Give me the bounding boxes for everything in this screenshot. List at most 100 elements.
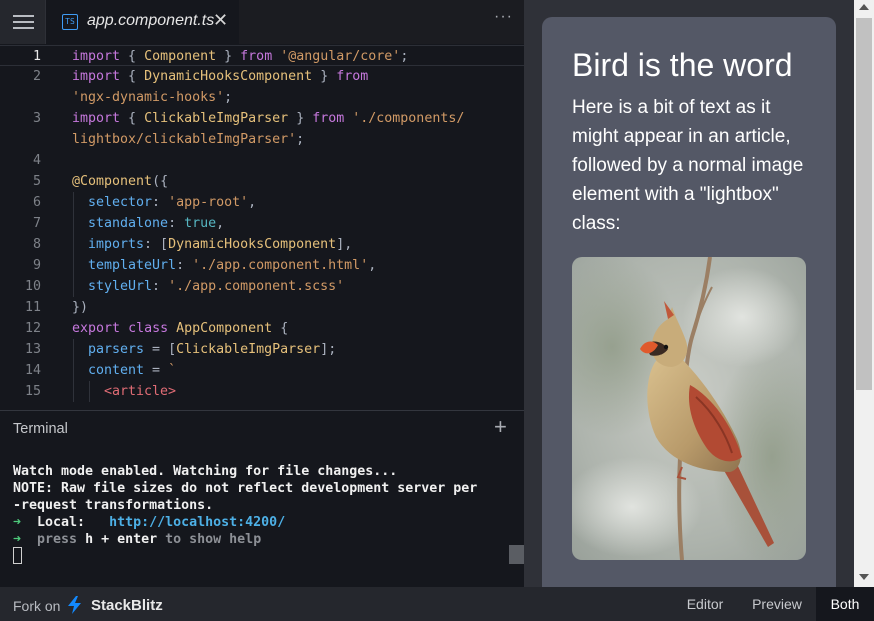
typescript-file-icon: TS: [62, 14, 78, 30]
help-prefix: press: [21, 532, 86, 547]
code-token: =: [144, 363, 169, 378]
article-paragraph: Here is a bit of text as it might appear…: [572, 97, 804, 234]
code-token: 'app-root': [168, 195, 249, 210]
code-line[interactable]: 5 @Component({: [0, 171, 524, 192]
editor-view-button[interactable]: Editor: [672, 587, 738, 621]
code-token: :: [152, 195, 169, 210]
help-suffix: to show help: [157, 532, 262, 547]
preview-view-button[interactable]: Preview: [740, 587, 814, 621]
menu-button[interactable]: [0, 0, 46, 44]
arrow-icon: ➜: [13, 532, 22, 547]
line-number: 2: [32, 69, 41, 84]
fork-on-label[interactable]: Fork on: [13, 598, 60, 614]
code-token: from: [336, 69, 369, 84]
stackblitz-bolt-icon[interactable]: [67, 596, 83, 614]
code-token: lightbox/clickableImgParser': [72, 132, 297, 147]
code-text: content = `: [88, 360, 176, 381]
code-editor-panel: TS app.component.ts ✕ ··· 1 import { Comp…: [0, 0, 524, 587]
lightbox-bird-image[interactable]: [572, 257, 806, 560]
tab-app-component-ts[interactable]: TS app.component.ts ✕: [46, 0, 239, 44]
code-token: ({: [152, 174, 169, 189]
code-token: from: [312, 111, 345, 126]
code-text: parsers = [ClickableImgParser];: [88, 339, 336, 360]
terminal-panel[interactable]: Terminal + Watch mode enabled. Watching …: [0, 410, 524, 587]
code-area[interactable]: 1 import { Component } from '@angular/cor…: [0, 44, 524, 410]
terminal-scrollbar[interactable]: [509, 545, 524, 564]
code-line[interactable]: 1 import { Component } from '@angular/cor…: [0, 45, 524, 66]
indent-guide: [73, 213, 74, 234]
line-number: 3: [32, 111, 41, 126]
indent-guide: [73, 234, 74, 255]
line-number: 5: [32, 174, 41, 189]
local-url-link[interactable]: http://localhost:4200/: [109, 515, 285, 530]
code-token: :: [152, 279, 169, 294]
code-token: imports: [88, 237, 145, 252]
code-text: selector: 'app-root',: [88, 192, 256, 213]
code-line[interactable]: 13 parsers = [ClickableImgParser];: [0, 339, 524, 360]
article-card: Bird is the word Here is a bit of text a…: [542, 17, 836, 607]
code-line[interactable]: 2 import { DynamicHooksComponent } from: [0, 66, 524, 87]
code-line[interactable]: 3 import { ClickableImgParser } from './c…: [0, 108, 524, 129]
code-text: standalone: true,: [88, 213, 224, 234]
code-token: ,: [368, 258, 377, 273]
indent-guide: [73, 381, 74, 402]
code-token: {: [120, 111, 145, 126]
code-text: imports: [DynamicHooksComponent],: [88, 234, 352, 255]
preview-scrollbar[interactable]: [854, 0, 874, 587]
code-line[interactable]: 4: [0, 150, 524, 171]
article-heading: Bird is the word: [572, 47, 793, 83]
code-token: <article>: [104, 384, 177, 399]
code-line[interactable]: 7 standalone: true,: [0, 213, 524, 234]
code-line[interactable]: 11}): [0, 297, 524, 318]
scroll-up-arrow-icon[interactable]: [859, 4, 869, 10]
scrollbar-thumb[interactable]: [856, 18, 872, 390]
code-line[interactable]: 'ngx-dynamic-hooks';: [0, 87, 524, 108]
add-terminal-icon[interactable]: +: [494, 416, 507, 438]
code-text: <article>: [104, 381, 176, 402]
code-text: @Component({: [72, 171, 168, 192]
code-line[interactable]: 9 templateUrl: './app.component.html',: [0, 255, 524, 276]
code-line[interactable]: 6 selector: 'app-root',: [0, 192, 524, 213]
code-line[interactable]: 8 imports: [DynamicHooksComponent],: [0, 234, 524, 255]
code-token: standalone: [88, 216, 169, 231]
code-text: }): [72, 297, 88, 318]
code-line[interactable]: 14 content = `: [0, 360, 524, 381]
indent-guide: [73, 192, 74, 213]
code-token: export: [72, 321, 121, 336]
close-icon[interactable]: ✕: [213, 9, 228, 31]
code-token: templateUrl: [88, 258, 177, 273]
code-token: class: [128, 321, 169, 336]
indent-guide: [89, 381, 90, 402]
code-token: from: [240, 49, 273, 64]
code-line[interactable]: 15 <article>: [0, 381, 524, 402]
both-view-button[interactable]: Both: [816, 587, 874, 621]
code-line[interactable]: 10 styleUrl: './app.component.scss': [0, 276, 524, 297]
code-token: {: [120, 69, 145, 84]
code-token: 'ngx-dynamic-hooks': [72, 90, 225, 105]
scroll-down-arrow-icon[interactable]: [859, 574, 869, 580]
code-token: }: [312, 69, 337, 84]
code-token: import: [72, 111, 121, 126]
line-number: 12: [24, 321, 41, 336]
code-token: ,: [216, 216, 225, 231]
indent-guide: [73, 255, 74, 276]
line-number: 11: [24, 300, 41, 315]
footer-bar: Fork on StackBlitz Editor Preview Both: [0, 587, 874, 621]
more-options-icon[interactable]: ···: [494, 8, 513, 26]
arrow-icon: ➜: [13, 515, 22, 530]
cardinal-bird-picture: [572, 257, 806, 560]
terminal-line: NOTE: Raw file sizes do not reflect deve…: [13, 481, 478, 496]
code-token: ClickableImgParser: [144, 111, 289, 126]
code-text: 'ngx-dynamic-hooks';: [72, 87, 232, 108]
code-token: ;: [400, 49, 409, 64]
indent-guide: [73, 360, 74, 381]
code-line[interactable]: 12 export class AppComponent {: [0, 318, 524, 339]
code-token: import: [72, 69, 121, 84]
terminal-local-line: ➜ Local: http://localhost:4200/: [13, 514, 285, 531]
code-line[interactable]: lightbox/clickableImgParser';: [0, 129, 524, 150]
code-token: }: [288, 111, 313, 126]
indent-guide: [73, 276, 74, 297]
stackblitz-brand[interactable]: StackBlitz: [91, 597, 163, 614]
